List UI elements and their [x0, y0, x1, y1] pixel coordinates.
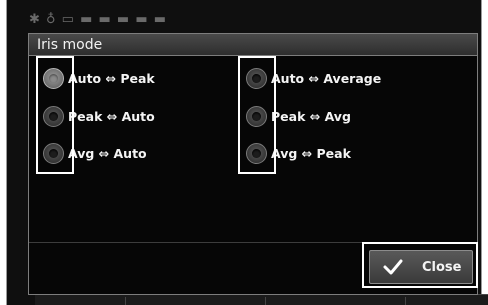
option-label: Avg ⇔ Auto — [68, 145, 147, 161]
option-label: Peak ⇔ Auto — [68, 108, 155, 124]
option-label: Peak ⇔ Avg — [271, 108, 351, 124]
highlight-frame-close — [362, 242, 478, 288]
background-toolbar: ✱ ♁ ▭ ▬ ▬ ▬ ▬ ▬ — [29, 12, 168, 27]
option-label: Auto ⇔ Peak — [68, 70, 155, 86]
option-label: Auto ⇔ Average — [271, 70, 382, 86]
highlight-frame-right — [238, 56, 276, 174]
dialog-title: Iris mode — [29, 34, 477, 56]
background-footer — [35, 294, 488, 305]
highlight-frame-left — [36, 56, 74, 174]
option-label: Avg ⇔ Peak — [271, 145, 351, 161]
